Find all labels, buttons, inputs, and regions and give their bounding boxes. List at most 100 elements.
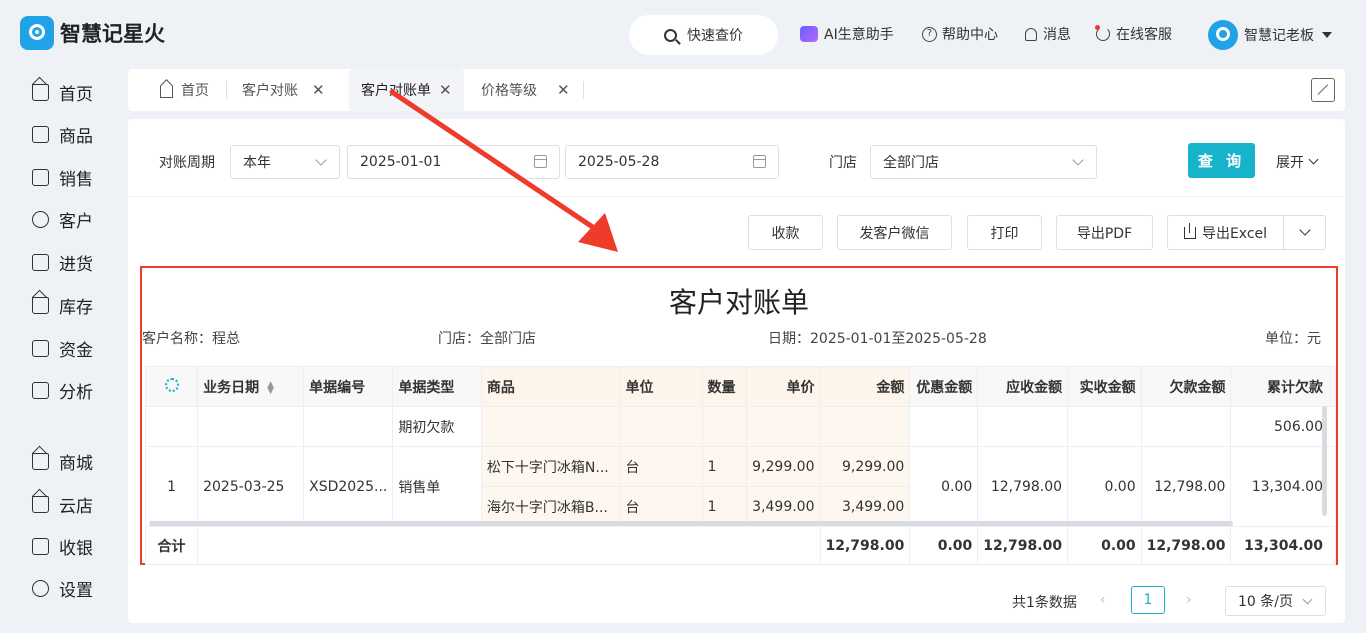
period-value: 本年 (243, 155, 271, 171)
help-center-label: 帮助中心 (942, 27, 998, 43)
column-header: 单位 (619, 366, 703, 407)
start-date-input[interactable]: 2025-01-01 (347, 145, 560, 179)
total-discount: 0.00 (909, 526, 979, 565)
next-page-icon[interactable]: › (1186, 592, 1192, 608)
tab-customer-statement[interactable]: 客户对账单 ✕ (349, 69, 464, 111)
opening-type: 期初欠款 (392, 406, 482, 447)
online-service-label: 在线客服 (1116, 27, 1172, 43)
store-select[interactable]: 全部门店 (870, 145, 1097, 179)
row-date: 2025-03-25 (197, 446, 305, 527)
tab-divider (226, 81, 227, 99)
export-pdf-button[interactable]: 导出PDF (1056, 215, 1153, 250)
print-button[interactable]: 打印 (967, 215, 1042, 250)
sidebar-item-cashier[interactable]: 收银 (32, 534, 93, 559)
export-excel-button[interactable]: 导出Excel (1167, 215, 1284, 250)
headset-icon (1095, 25, 1110, 41)
statement-table: 业务日期 ▲ ▼ 单据编号 单据类型 商品 单位 数量 单价 金额 优惠金额 应收金… (144, 366, 1336, 565)
bell-icon (1025, 27, 1037, 41)
sidebar-item-cloud-store[interactable]: 云店 (32, 492, 93, 517)
search-icon (664, 28, 677, 42)
tab-price-level[interactable]: 价格等级 ✕ (481, 69, 570, 111)
tab-customer-reconcile[interactable]: 客户对账 ✕ (242, 69, 325, 111)
cloud-store-icon (32, 496, 49, 513)
close-icon[interactable]: ✕ (557, 81, 570, 99)
sort-icon[interactable]: ▲ ▼ (267, 380, 274, 395)
sidebar-item-label: 资金 (59, 341, 93, 361)
fullscreen-icon[interactable] (1311, 78, 1335, 102)
table-cell (819, 406, 911, 447)
gear-icon (32, 580, 49, 597)
sidebar-item-mall[interactable]: 商城 (32, 449, 93, 474)
sidebar-item-funds[interactable]: 资金 (32, 336, 93, 361)
sidebar-item-analysis[interactable]: 分析 (32, 378, 93, 403)
statement-highlight: 客户对账单 客户名称：程总 门店：全部门店 日期：2025-01-01至2025… (140, 266, 1338, 565)
tab-home[interactable]: 首页 (160, 69, 209, 111)
sidebar-item-sales[interactable]: 销售 (32, 165, 93, 190)
table-cell (480, 406, 621, 447)
query-button[interactable]: 查 询 (1188, 143, 1255, 178)
sidebar-item-purchase[interactable]: 进货 (32, 250, 93, 275)
end-date-value: 2025-05-28 (578, 154, 660, 170)
user-menu[interactable]: 智慧记老板 (1208, 20, 1332, 50)
row-debt: 12,798.00 (1140, 446, 1232, 527)
column-header: 数量 (701, 366, 748, 407)
tab-label: 客户对账 (242, 83, 298, 99)
send-wechat-button[interactable]: 发客户微信 (837, 215, 952, 250)
receive-button[interactable]: 收款 (748, 215, 823, 250)
horizontal-scrollbar[interactable] (149, 521, 1233, 526)
messages-link[interactable]: 消息 (1025, 24, 1071, 44)
column-header[interactable]: 业务日期 ▲ ▼ (197, 366, 305, 407)
column-settings[interactable] (144, 366, 199, 407)
tab-label: 客户对账单 (361, 83, 431, 99)
item-price: 9,299.00 (746, 446, 821, 487)
ai-assistant-link[interactable]: AI生意助手 (800, 24, 894, 44)
chevron-down-icon (1302, 594, 1313, 605)
sidebar-item-label: 收银 (59, 539, 93, 559)
logo-sun-icon (20, 16, 54, 50)
close-icon[interactable]: ✕ (312, 81, 325, 99)
messages-label: 消息 (1043, 27, 1071, 43)
shop-icon (32, 453, 49, 470)
page-number-button[interactable]: 1 (1131, 586, 1165, 614)
column-header: 商品 (480, 366, 621, 407)
table-cell (1140, 406, 1232, 447)
column-header: 金额 (819, 366, 911, 407)
sidebar-item-home[interactable]: 首页 (32, 80, 93, 105)
start-date-value: 2025-01-01 (360, 154, 442, 170)
total-receivable: 12,798.00 (977, 526, 1069, 565)
vertical-scrollbar[interactable] (1322, 406, 1327, 516)
bag-icon (32, 126, 49, 143)
export-more-button[interactable] (1283, 215, 1326, 250)
upload-icon (1183, 222, 1196, 239)
online-service-link[interactable]: 在线客服 (1095, 24, 1172, 44)
sidebar-item-customers[interactable]: 客户 (32, 207, 93, 232)
period-select[interactable]: 本年 (230, 145, 340, 179)
table-cell (701, 406, 748, 447)
sidebar-item-inventory[interactable]: 库存 (32, 293, 93, 318)
statement-store: 门店：全部门店 (438, 331, 536, 347)
sidebar-item-label: 库存 (59, 298, 93, 318)
app-logo[interactable]: 智慧记星火 (20, 16, 165, 50)
chevron-down-icon (1308, 154, 1319, 164)
sidebar-item-label: 商城 (59, 454, 93, 474)
sidebar-item-products[interactable]: 商品 (32, 122, 93, 147)
help-center-link[interactable]: ? 帮助中心 (922, 24, 998, 44)
chevron-down-icon (315, 154, 327, 166)
quick-search-button[interactable]: 快速查价 (629, 15, 778, 55)
table-cell (197, 526, 821, 565)
end-date-input[interactable]: 2025-05-28 (565, 145, 779, 179)
expand-toggle[interactable]: 展开 (1276, 152, 1319, 172)
close-icon[interactable]: ✕ (439, 81, 452, 99)
total-cumulative: 13,304.00 (1230, 526, 1336, 565)
page-size-select[interactable]: 10 条/页 (1225, 586, 1326, 616)
prev-page-icon[interactable]: ‹ (1100, 592, 1106, 608)
row-doc-link[interactable]: XSD2025... (303, 446, 394, 527)
row-cumulative: 13,304.00 (1230, 446, 1336, 527)
row-index: 1 (144, 446, 199, 527)
sidebar-item-label: 销售 (59, 170, 93, 190)
sidebar-item-settings[interactable]: 设置 (32, 576, 93, 601)
tab-label: 价格等级 (481, 83, 537, 99)
total-debt: 12,798.00 (1140, 526, 1232, 565)
table-cell (1067, 406, 1142, 447)
item-amount: 9,299.00 (819, 446, 911, 487)
